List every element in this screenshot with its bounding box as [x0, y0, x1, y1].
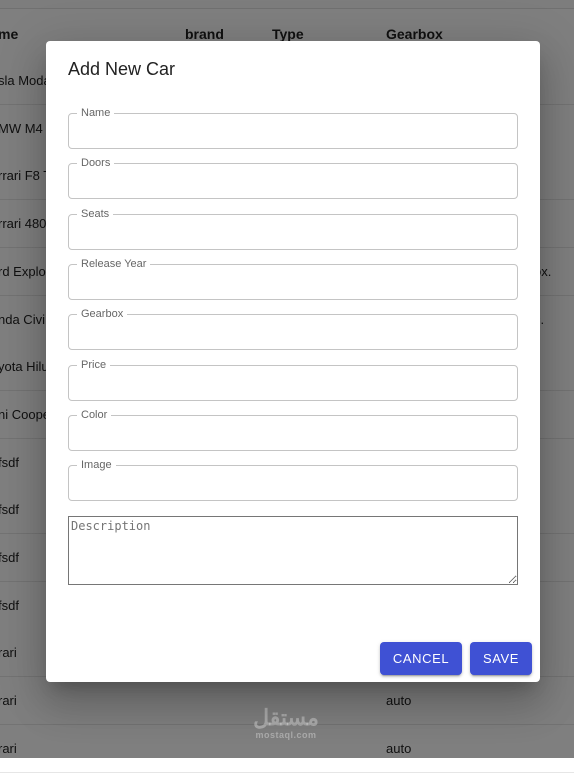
seats-input[interactable] — [69, 215, 517, 249]
doors-input[interactable] — [69, 164, 517, 198]
name-input[interactable] — [69, 114, 517, 148]
seats-field[interactable]: Seats — [68, 207, 518, 250]
add-car-dialog: Add New Car Name Doors Seats Release Yea… — [46, 41, 540, 682]
save-button[interactable]: SAVE — [470, 642, 532, 675]
image-field[interactable]: Image — [68, 458, 518, 501]
color-field[interactable]: Color — [68, 408, 518, 451]
gearbox-input[interactable] — [69, 315, 517, 349]
image-input[interactable] — [69, 466, 517, 500]
watermark-latin: mostaql.com — [255, 730, 317, 740]
watermark-logo: مستقل mostaql.com — [248, 705, 324, 741]
watermark-arabic: مستقل — [253, 705, 319, 730]
doors-field[interactable]: Doors — [68, 156, 518, 199]
release-year-field[interactable]: Release Year — [68, 257, 518, 300]
description-textarea[interactable] — [68, 516, 518, 585]
gearbox-field[interactable]: Gearbox — [68, 307, 518, 350]
price-field[interactable]: Price — [68, 358, 518, 401]
price-input[interactable] — [69, 366, 517, 400]
color-input[interactable] — [69, 416, 517, 450]
cancel-button[interactable]: CANCEL — [380, 642, 462, 675]
dialog-title: Add New Car — [68, 59, 176, 79]
release-year-input[interactable] — [69, 265, 517, 299]
name-field[interactable]: Name — [68, 106, 518, 149]
